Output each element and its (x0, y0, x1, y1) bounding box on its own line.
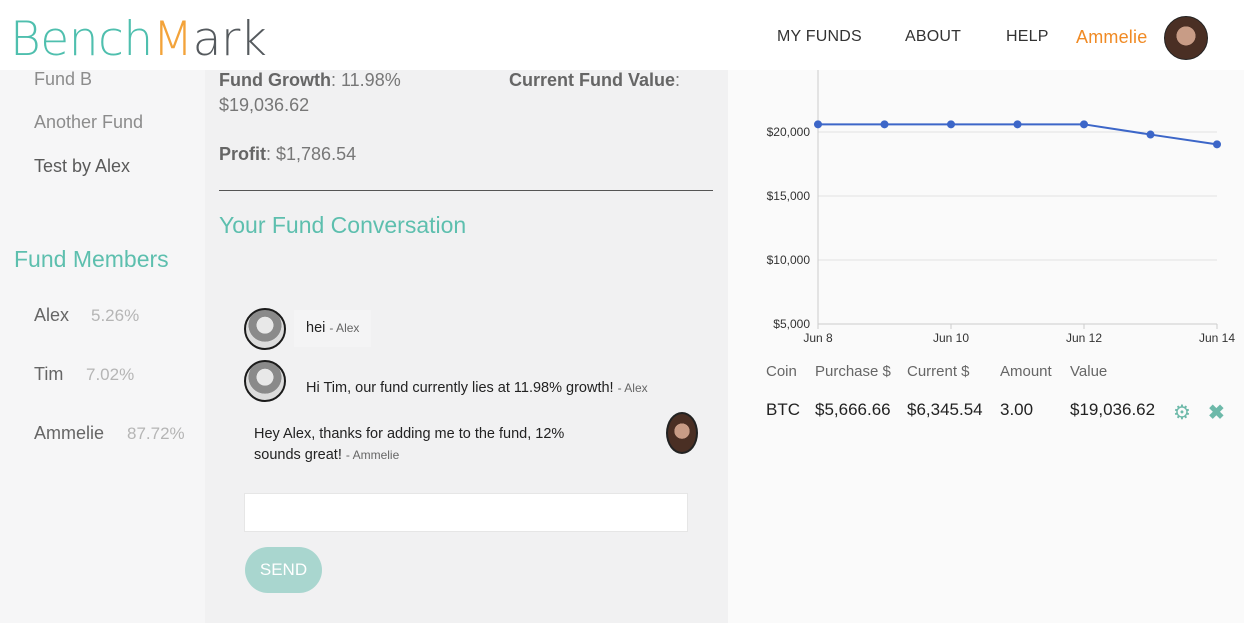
profit-value: $1,786.54 (276, 144, 357, 164)
data-point (880, 120, 889, 129)
current-fund-value-label: Current Fund Value (509, 70, 676, 90)
chart-grid (817, 70, 1217, 325)
data-point (1213, 140, 1221, 149)
fund-growth-value: 11.98% (341, 70, 401, 90)
member-row: Alex 5.26% (34, 305, 139, 326)
fund-members-title: Fund Members (14, 246, 169, 272)
y-tick-label: $10,000 (767, 253, 811, 267)
message-author: - Alex (617, 381, 648, 395)
y-tick-label: $5,000 (773, 317, 810, 331)
cell-coin: BTC (766, 400, 800, 419)
fund-growth: Fund Growth: 11.98% (219, 70, 401, 90)
alex-avatar (244, 308, 286, 350)
logo-part-bench: Bench (10, 12, 153, 67)
section-divider (219, 190, 713, 191)
send-button[interactable]: SEND (245, 547, 322, 593)
member-row: Tim 7.02% (34, 364, 134, 385)
cell-purchase: $5,666.66 (815, 400, 891, 419)
x-tick-label: Jun 8 (803, 331, 833, 345)
nav-user-name[interactable]: Ammelie (1076, 27, 1147, 48)
message-text: Hi Tim, our fund currently lies at 11.98… (306, 380, 614, 396)
member-percent: 5.26% (91, 306, 140, 325)
logo-part-m: M (152, 12, 194, 67)
message-input[interactable] (244, 493, 688, 532)
cell-current: $6,345.54 (907, 400, 983, 419)
member-name: Tim (34, 364, 64, 384)
data-point (1013, 120, 1022, 129)
member-name: Alex (34, 305, 70, 325)
profit: Profit: $1,786.54 (219, 144, 357, 164)
sidebar: Fund B Another Fund Test by Alex Fund Me… (0, 69, 205, 623)
message-bubble: Hi Tim, our fund currently lies at 11.98… (294, 370, 660, 407)
data-point (1146, 130, 1155, 139)
member-percent: 87.72% (127, 424, 185, 443)
current-fund-value-amount: $19,036.62 (219, 95, 310, 115)
message-bubble: Hey Alex, thanks for adding me to the fu… (242, 416, 622, 474)
gear-icon[interactable]: ⚙ (1173, 400, 1191, 425)
conversation-title: Your Fund Conversation (219, 212, 467, 238)
y-tick-label: $20,000 (767, 125, 811, 139)
column-header-current: Current $ (907, 363, 970, 380)
portfolio-panel: $5,000 $10,000 $15,000 $20,000 Jun 8 Jun 10 J… (728, 70, 1244, 623)
column-header-value: Value (1070, 363, 1108, 380)
member-percent: 7.02% (86, 365, 135, 384)
nav-my-funds[interactable]: MY FUNDS (777, 28, 862, 46)
message-text: sounds great! (254, 447, 342, 463)
x-tick-label: Jun 10 (933, 331, 969, 345)
close-icon[interactable]: ✖ (1208, 400, 1225, 425)
alex-avatar (244, 360, 286, 402)
cell-amount: 3.00 (1000, 400, 1034, 419)
top-header: BenchMark MY FUNDS ABOUT HELP Ammelie (0, 0, 1244, 70)
y-tick-label: $15,000 (767, 189, 811, 203)
data-point (814, 120, 822, 129)
data-point (947, 120, 955, 129)
message-author: - Ammelie (345, 448, 400, 462)
cell-value: $19,036.62 (1070, 400, 1156, 419)
sidebar-test-by-alex[interactable]: Test by Alex (34, 156, 130, 177)
current-fund-value: Current Fund Value: (509, 70, 681, 90)
message-text: Hey Alex, thanks for adding me to the fu… (254, 426, 565, 442)
member-name: Ammelie (34, 423, 105, 443)
x-tick-label: Jun 14 (1199, 331, 1235, 345)
column-header-amount: Amount (1000, 363, 1052, 380)
benchmark-logo[interactable]: BenchMark (10, 14, 267, 66)
logo-part-ark: ark (192, 12, 267, 67)
sidebar-another-fund[interactable]: Another Fund (34, 112, 143, 133)
message-author: - Alex (329, 321, 360, 335)
ammelie-avatar (666, 412, 698, 454)
data-point (1080, 120, 1088, 129)
sidebar-fund-b[interactable]: Fund B (34, 69, 92, 90)
fund-detail-panel: Fund Growth: 11.98% Current Fund Value: … (205, 70, 728, 623)
value-line-chart: $5,000$10,000$15,000$20,000 Jun 8 Jun 10 J… (767, 70, 1235, 345)
column-header-coin: Coin (766, 363, 797, 380)
profit-label: Profit (219, 144, 266, 164)
fund-growth-label: Fund Growth (219, 70, 331, 90)
x-axis-ticks: Jun 8 Jun 10 Jun 12 Jun 14 (803, 324, 1235, 345)
nav-about[interactable]: ABOUT (905, 28, 961, 46)
y-axis-ticks: $5,000 $10,000 $15,000 $20,000 (767, 125, 811, 331)
user-avatar[interactable] (1164, 16, 1208, 60)
column-header-purchase: Purchase $ (815, 363, 891, 380)
message-bubble: hei - Alex (294, 310, 372, 347)
nav-help[interactable]: HELP (1006, 28, 1049, 46)
message-text: hei (306, 320, 326, 336)
member-row: Ammelie 87.72% (34, 423, 185, 444)
x-tick-label: Jun 12 (1066, 331, 1102, 345)
